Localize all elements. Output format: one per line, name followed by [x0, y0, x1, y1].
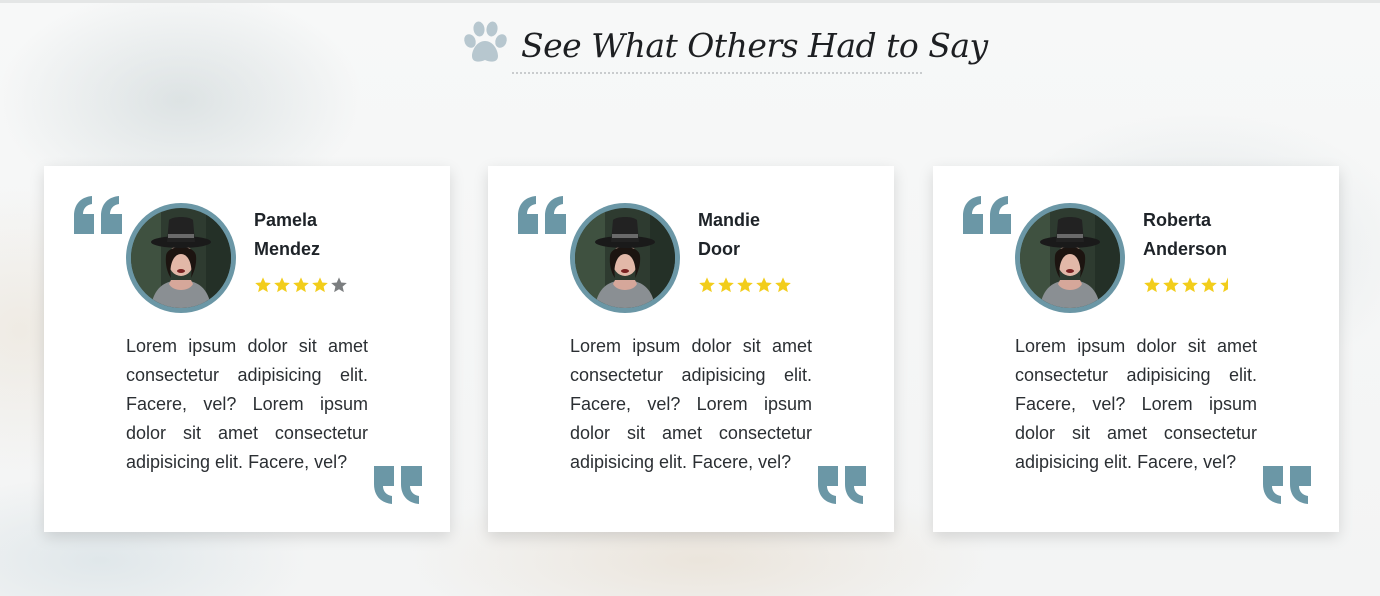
reviewer-last-name: Mendez	[254, 239, 321, 259]
star-full-icon	[293, 277, 309, 293]
star-full-icon	[1182, 277, 1198, 293]
reviewer-first-name: Pamela	[254, 210, 318, 230]
reviewer-name: Roberta Anderson	[1143, 206, 1273, 264]
avatar	[1015, 203, 1125, 313]
reviewer-name: Mandie Door	[698, 206, 828, 264]
star-rating	[1143, 276, 1237, 296]
star-full-icon	[756, 277, 772, 293]
star-full-icon	[312, 277, 328, 293]
avatar-photo	[1020, 208, 1120, 308]
testimonial-card: Mandie Door Lorem ipsum dolor sit amet c…	[488, 166, 894, 532]
star-full-icon	[737, 277, 753, 293]
open-quote-icon	[74, 196, 122, 234]
star-full-icon	[255, 277, 271, 293]
section-title: See What Others Had to Say	[521, 26, 988, 65]
star-full-icon	[699, 277, 715, 293]
title-underline	[512, 72, 922, 74]
testimonial-text: Lorem ipsum dolor sit amet consectetur a…	[126, 336, 368, 472]
reviewer-last-name: Anderson	[1143, 239, 1228, 259]
star-rating	[698, 276, 792, 296]
star-rating	[254, 276, 348, 296]
open-quote-icon	[518, 196, 566, 234]
avatar-photo	[131, 208, 231, 308]
reviewer-first-name: Mandie	[698, 210, 761, 230]
star-empty-icon	[331, 277, 347, 293]
testimonial-text: Lorem ipsum dolor sit amet consectetur a…	[1015, 336, 1257, 472]
close-quote-icon	[374, 466, 422, 504]
star-full-icon	[274, 277, 290, 293]
star-full-icon	[1163, 277, 1179, 293]
testimonial-card: Pamela Mendez Lorem ipsum dolor sit amet…	[44, 166, 450, 532]
star-full-icon	[1201, 277, 1217, 293]
star-full-icon	[1144, 277, 1160, 293]
close-quote-icon	[818, 466, 866, 504]
star-half-icon	[1220, 277, 1236, 293]
top-border	[0, 0, 1380, 3]
star-full-icon	[718, 277, 734, 293]
reviewer-first-name: Roberta	[1143, 210, 1212, 230]
star-full-icon	[775, 277, 791, 293]
section-heading: See What Others Had to Say	[460, 14, 988, 76]
testimonial-text: Lorem ipsum dolor sit amet consectetur a…	[570, 336, 812, 472]
testimonial-card: Roberta Anderson Lorem ipsum dolor sit a…	[933, 166, 1339, 532]
avatar-photo	[575, 208, 675, 308]
reviewer-name: Pamela Mendez	[254, 206, 384, 264]
reviewer-last-name: Door	[698, 239, 740, 259]
close-quote-icon	[1263, 466, 1311, 504]
open-quote-icon	[963, 196, 1011, 234]
avatar	[570, 203, 680, 313]
avatar	[126, 203, 236, 313]
paw-icon	[464, 21, 507, 62]
